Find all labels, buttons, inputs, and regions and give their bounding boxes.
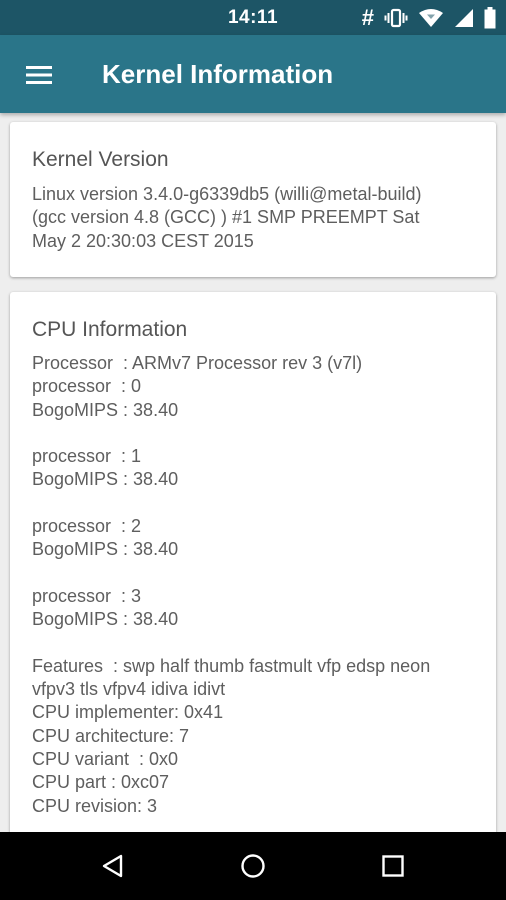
recents-icon[interactable] — [373, 846, 413, 886]
home-icon[interactable] — [233, 846, 273, 886]
kernel-version-card: Kernel Version Linux version 3.4.0-g6339… — [10, 122, 496, 277]
cpu-information-text: Processor : ARMv7 Processor rev 3 (v7l) … — [32, 353, 431, 816]
vibrate-icon — [384, 8, 408, 28]
hash-icon: # — [361, 5, 374, 30]
status-icons: # — [362, 5, 496, 31]
cpu-information-title: CPU Information — [32, 318, 188, 341]
wifi-icon — [418, 8, 444, 28]
kernel-version-title: Kernel Version — [32, 148, 169, 171]
status-bar: 14:11 # — [0, 0, 506, 35]
kernel-version-text: Linux version 3.4.0-g6339db5 (willi@meta… — [32, 184, 422, 251]
hamburger-menu-icon[interactable] — [20, 56, 58, 94]
back-icon[interactable] — [93, 846, 133, 886]
battery-icon — [484, 7, 496, 29]
navigation-bar — [0, 832, 506, 900]
signal-icon — [454, 8, 474, 28]
page-title: Kernel Information — [102, 59, 334, 89]
app-bar: Kernel Information — [0, 35, 506, 113]
cpu-information-card: CPU Information Processor : ARMv7 Proces… — [10, 292, 496, 892]
